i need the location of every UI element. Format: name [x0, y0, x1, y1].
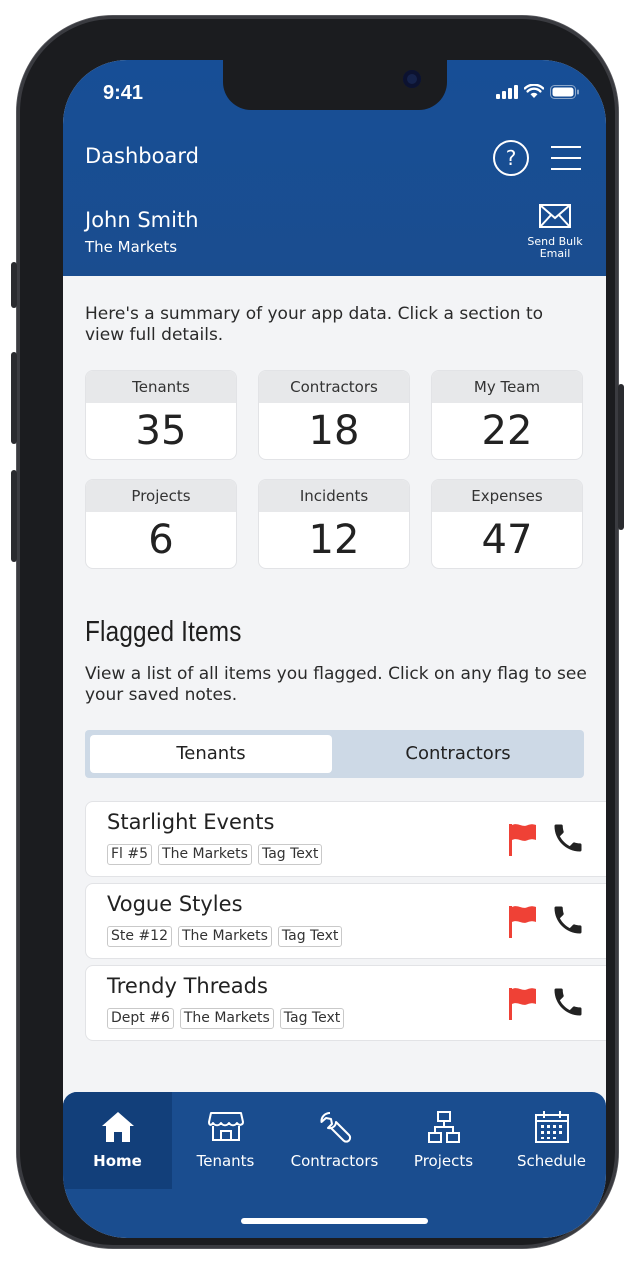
page-title: Dashboard — [85, 144, 199, 168]
flag-icon[interactable] — [508, 986, 538, 1020]
card-label: Tenants — [86, 371, 236, 403]
help-symbol: ? — [505, 146, 517, 170]
send-bulk-email-button[interactable]: Send Bulk Email — [515, 204, 595, 260]
tabbar-item-tenants[interactable]: Tenants — [171, 1092, 280, 1189]
tab-label: Tenants — [196, 1152, 255, 1170]
menu-bar — [551, 157, 581, 159]
notch — [223, 60, 447, 110]
item-tags: Dept #6 The Markets Tag Text — [107, 1008, 345, 1029]
item-tags: Fl #5 The Markets Tag Text — [107, 844, 323, 865]
tab-label: Contractors — [290, 1152, 379, 1170]
home-indicator[interactable] — [241, 1218, 428, 1224]
hamburger-menu-icon[interactable] — [551, 146, 581, 170]
card-tenants[interactable]: Tenants 35 — [85, 370, 237, 460]
status-icons — [496, 84, 580, 99]
card-value: 35 — [135, 408, 187, 454]
tab-tenants[interactable]: Tenants — [90, 735, 332, 773]
signal-icon — [496, 84, 518, 99]
card-my-team[interactable]: My Team 22 — [431, 370, 583, 460]
summary-intro: Here's a summary of your app data. Click… — [85, 304, 544, 345]
card-label: My Team — [432, 371, 582, 403]
volume-down-button — [11, 470, 17, 562]
item-title: Vogue Styles — [107, 892, 243, 916]
tab-contractors[interactable]: Contractors — [337, 735, 579, 773]
tag: Tag Text — [279, 1008, 345, 1029]
tab-label: Projects — [413, 1152, 474, 1170]
card-label: Contractors — [259, 371, 409, 403]
flagged-segmented-control: Tenants Contractors — [85, 730, 584, 778]
item-tags: Ste #12 The Markets Tag Text — [107, 926, 343, 947]
card-incidents[interactable]: Incidents 12 — [258, 479, 410, 569]
card-label: Incidents — [259, 480, 409, 512]
flagged-list-item[interactable]: Trendy Threads Dept #6 The Markets Tag T… — [85, 965, 606, 1041]
flag-icon[interactable] — [508, 822, 538, 856]
phone-icon[interactable] — [550, 902, 586, 938]
card-value: 18 — [308, 408, 360, 454]
flagged-list-item[interactable]: Starlight Events Fl #5 The Markets Tag T… — [85, 801, 606, 877]
card-value: 6 — [148, 517, 174, 563]
flagged-list-item[interactable]: Vogue Styles Ste #12 The Markets Tag Tex… — [85, 883, 606, 959]
tag: Dept #6 — [107, 1008, 174, 1029]
calendar-icon — [534, 1111, 569, 1143]
tab-label: Home — [93, 1152, 142, 1170]
card-expenses[interactable]: Expenses 47 — [431, 479, 583, 569]
card-projects[interactable]: Projects 6 — [85, 479, 237, 569]
menu-bar — [551, 146, 581, 148]
storefront-icon — [207, 1112, 244, 1141]
item-title: Trendy Threads — [107, 974, 268, 998]
volume-up-button — [11, 352, 17, 444]
org-chart-icon — [427, 1111, 460, 1143]
card-value: 47 — [481, 517, 533, 563]
card-value: 22 — [481, 408, 533, 454]
tag: Tag Text — [257, 844, 323, 865]
tag: The Markets — [179, 1008, 274, 1029]
phone-icon[interactable] — [550, 984, 586, 1020]
envelope-icon — [539, 204, 571, 228]
card-contractors[interactable]: Contractors 18 — [258, 370, 410, 460]
phone-frame: 9:41 Dashboard ? John Smith The Markets … — [11, 16, 624, 1248]
tag: Tag Text — [277, 926, 343, 947]
power-button — [618, 384, 624, 530]
battery-icon — [550, 84, 579, 99]
screen: 9:41 Dashboard ? John Smith The Markets … — [63, 60, 606, 1238]
org-name: The Markets — [85, 238, 178, 256]
tabbar-item-contractors[interactable]: Contractors — [280, 1092, 389, 1189]
card-label: Projects — [86, 480, 236, 512]
bulk-email-label-line2: Email — [539, 247, 571, 260]
flag-icon[interactable] — [508, 904, 538, 938]
bottom-tab-bar: Home Tenants Contractors Projects Schedu… — [63, 1092, 606, 1238]
home-icon — [101, 1112, 134, 1142]
status-time: 9:41 — [103, 82, 144, 104]
wifi-icon — [524, 84, 544, 98]
user-name: John Smith — [85, 208, 199, 232]
phone-icon[interactable] — [550, 820, 586, 856]
tag: The Markets — [177, 926, 272, 947]
tabbar-item-projects[interactable]: Projects — [389, 1092, 498, 1189]
flagged-items-description: View a list of all items you flagged. Cl… — [85, 664, 587, 705]
tag: The Markets — [158, 844, 252, 865]
tab-label: Schedule — [517, 1152, 586, 1170]
card-value: 12 — [308, 517, 360, 563]
wrench-icon — [319, 1112, 351, 1143]
mute-switch — [11, 262, 17, 308]
card-label: Expenses — [432, 480, 582, 512]
tabbar-item-schedule[interactable]: Schedule — [497, 1092, 606, 1189]
tag: Fl #5 — [107, 844, 153, 865]
tabbar-item-home[interactable]: Home — [63, 1092, 172, 1189]
menu-bar — [551, 168, 581, 170]
tag: Ste #12 — [107, 926, 172, 947]
help-icon[interactable]: ? — [493, 140, 529, 176]
flagged-items-title: Flagged Items — [85, 616, 242, 648]
camera-icon — [403, 70, 421, 88]
item-title: Starlight Events — [107, 810, 275, 834]
